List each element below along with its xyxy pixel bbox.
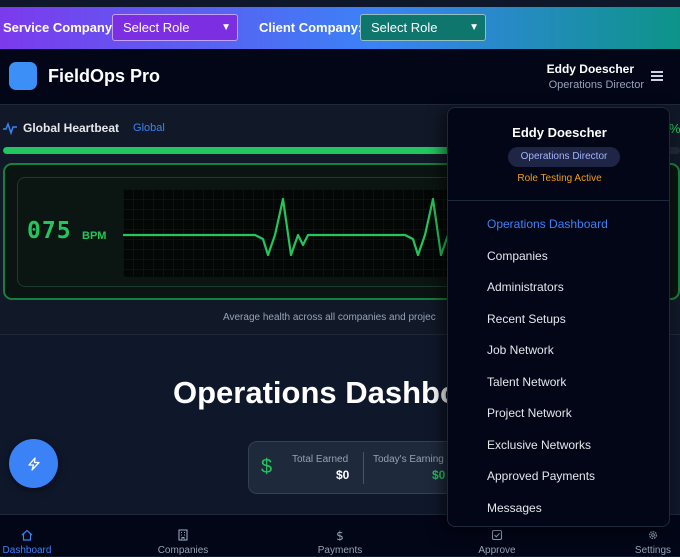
app-title: FieldOps Pro (48, 66, 161, 86)
header-user-name[interactable]: Eddy Doescher (547, 62, 634, 76)
todays-earning-label: Today's Earning (373, 454, 444, 465)
client-company-label: Client Company: (259, 20, 363, 35)
chevron-down-icon: ▼ (221, 22, 231, 33)
nav-approve-label: Approve (478, 545, 516, 556)
menu-divider (448, 200, 669, 201)
svg-text:$: $ (336, 529, 344, 541)
client-company-select-value: Select Role (371, 20, 438, 35)
dollar-icon: $ (261, 456, 273, 478)
service-company-select[interactable]: Select Role ▼ (112, 14, 238, 41)
heartbeat-scope-link[interactable]: Global (133, 122, 165, 134)
menu-item-recent-setups[interactable]: Recent Setups (487, 312, 566, 326)
menu-role-badge: Operations Director (508, 147, 620, 167)
client-company-select[interactable]: Select Role ▼ (360, 14, 486, 41)
menu-item-operations-dashboard[interactable]: Operations Dashboard (487, 217, 608, 231)
page-title: Operations Dashbo (173, 375, 459, 410)
total-earned-label: Total Earned (292, 454, 349, 465)
earnings-card: $ Total Earned $0 Today's Earning $0 (248, 441, 468, 494)
nav-dashboard[interactable]: Dashboard (0, 515, 72, 557)
menu-item-project-network[interactable]: Project Network (487, 406, 572, 420)
app-logo[interactable] (9, 62, 37, 90)
user-menu-dropdown: Eddy Doescher Operations Director Role T… (447, 107, 670, 527)
menu-item-administrators[interactable]: Administrators (487, 280, 564, 294)
service-company-label: Service Company: (3, 20, 117, 35)
lightning-icon (27, 456, 40, 471)
menu-item-job-network[interactable]: Job Network (487, 343, 554, 357)
home-icon (21, 529, 33, 541)
building-icon (178, 529, 188, 541)
menu-user-name: Eddy Doescher (512, 125, 607, 140)
heartbeat-title: Global Heartbeat (23, 121, 120, 135)
header-user-role: Operations Director (548, 79, 644, 91)
menu-icon[interactable] (651, 71, 663, 81)
bpm-value: 075 (27, 218, 72, 244)
service-company-select-value: Select Role (123, 20, 190, 35)
app-header: FieldOps Pro Eddy Doescher Operations Di… (0, 49, 680, 105)
quick-action-button[interactable] (9, 439, 58, 488)
heartbeat-caption: Average health across all companies and … (223, 312, 436, 323)
earnings-divider (363, 452, 364, 484)
menu-item-approved-payments[interactable]: Approved Payments (487, 469, 595, 483)
menu-item-talent-network[interactable]: Talent Network (487, 375, 566, 389)
menu-item-messages[interactable]: Messages (487, 501, 542, 515)
todays-earning-value: $0 (432, 468, 446, 482)
menu-item-companies[interactable]: Companies (487, 249, 548, 263)
role-testing-bar: Service Company: Select Role ▼ Client Co… (0, 7, 680, 49)
total-earned-value: $0 (336, 468, 350, 482)
chevron-down-icon: ▼ (469, 22, 479, 33)
heartbeat-header: Global Heartbeat Global (3, 121, 165, 135)
dollar-icon: $ (336, 529, 344, 541)
gear-icon (648, 530, 658, 540)
menu-item-exclusive-networks[interactable]: Exclusive Networks (487, 438, 591, 452)
nav-settings-label: Settings (634, 545, 672, 556)
nav-companies-label: Companies (157, 545, 209, 556)
nav-companies[interactable]: Companies (138, 515, 228, 557)
role-testing-status: Role Testing Active (517, 173, 602, 184)
check-square-icon (491, 529, 503, 541)
bpm-unit: BPM (82, 230, 107, 242)
nav-payments[interactable]: $ Payments (295, 515, 385, 557)
nav-dashboard-label: Dashboard (2, 545, 52, 556)
heartbeat-percent: % (669, 121, 680, 136)
activity-icon (3, 121, 17, 135)
nav-payments-label: Payments (317, 545, 363, 556)
